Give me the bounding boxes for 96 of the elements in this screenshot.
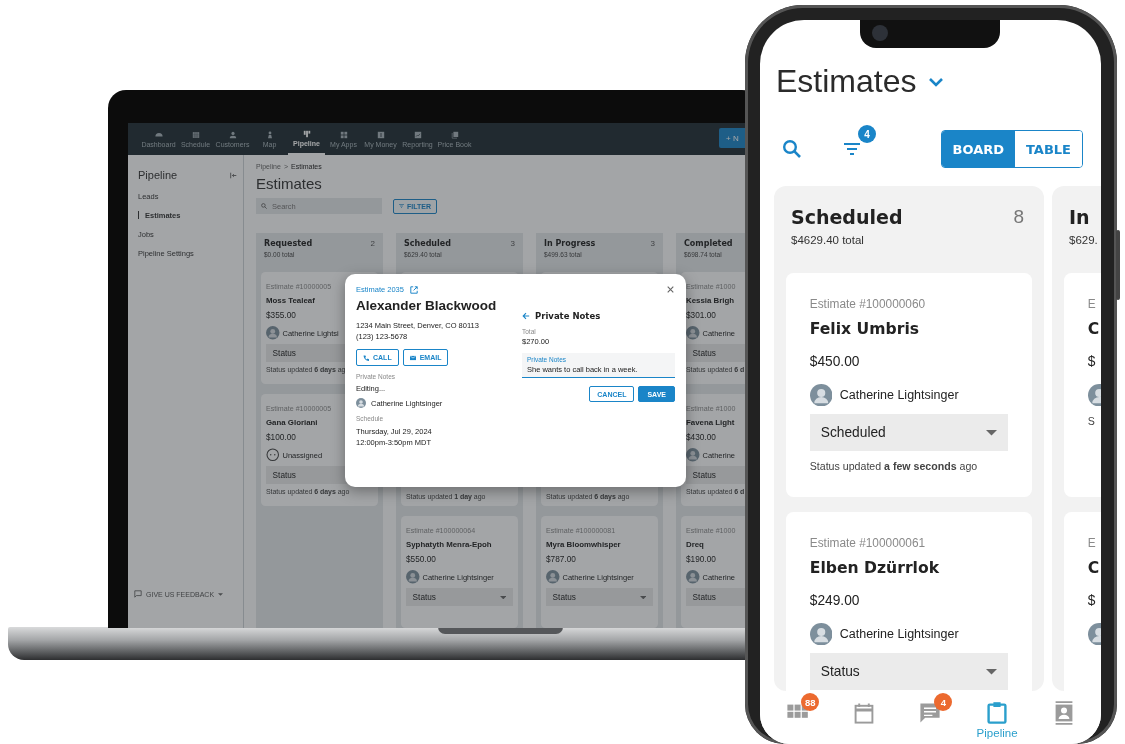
- status-dropdown[interactable]: Status: [686, 466, 745, 485]
- column-title: In: [1069, 206, 1090, 228]
- sidebar-title: Pipeline: [138, 169, 178, 181]
- new-button[interactable]: + N: [719, 128, 745, 148]
- avatar-icon: [546, 570, 560, 584]
- estimate-number: E: [1087, 296, 1096, 311]
- estimate-card[interactable]: E C $: [1064, 512, 1101, 691]
- estimate-number: Estimate #100000060: [809, 296, 926, 311]
- estimate-price: $450.00: [809, 353, 860, 369]
- assignee-name: Catherine Lightsinger: [839, 626, 959, 641]
- customer-name: Felix Umbris: [809, 320, 920, 339]
- column-title: Scheduled: [791, 206, 903, 228]
- status-updated-text: Status updated a few seconds ago: [809, 459, 978, 472]
- estimate-price: $787.00: [546, 555, 576, 565]
- estimate-price: $249.00: [809, 592, 860, 608]
- column-count: 2: [370, 239, 375, 248]
- avatar-icon: [356, 398, 366, 408]
- estimate-price: $355.00: [266, 311, 296, 321]
- chat-icon: [918, 701, 943, 725]
- page-title: Estimates: [776, 63, 917, 100]
- caret-icon: [986, 669, 998, 675]
- status-dropdown[interactable]: Status: [809, 653, 1009, 691]
- caret-icon: [986, 430, 998, 436]
- filter-icon: [399, 204, 404, 208]
- avatar-icon: [809, 622, 833, 645]
- count-badge: 4: [934, 693, 953, 711]
- chart-icon: [413, 130, 422, 139]
- pages-icon: [450, 130, 459, 139]
- page-title: Estimates: [256, 175, 323, 192]
- estimate-number: E: [1087, 535, 1096, 550]
- status-dropdown[interactable]: Status: [546, 588, 653, 607]
- caret-icon: [499, 595, 507, 599]
- avatar-icon: [686, 326, 700, 340]
- caret-icon: [639, 595, 647, 599]
- person-icon: [228, 130, 237, 139]
- tab-bar-item[interactable]: 4: [900, 693, 961, 725]
- avatar-icon: [809, 383, 833, 406]
- count-badge: 88: [801, 693, 820, 711]
- search-icon[interactable]: [782, 139, 802, 159]
- estimate-price: $: [1087, 592, 1096, 608]
- status-dropdown[interactable]: Status: [686, 588, 745, 607]
- status-dropdown[interactable]: Scheduled: [809, 414, 1009, 452]
- avatar-icon: [686, 448, 700, 462]
- columns-icon: [302, 129, 311, 138]
- external-link-icon: [409, 285, 418, 294]
- estimate-price: $190.00: [686, 555, 716, 565]
- filter-count-badge: 4: [858, 125, 876, 143]
- phone-icon: [363, 354, 369, 361]
- panel-title: Private Notes: [535, 311, 601, 321]
- tab-bar-item[interactable]: 88: [767, 693, 828, 725]
- estimate-card[interactable]: Estimate #100000060 Felix Umbris $450.00 Catherine Lightsinger Scheduled Status updated a few seconds ago: [786, 273, 1032, 497]
- caret-icon: [218, 592, 224, 596]
- camera-icon: [872, 25, 888, 41]
- search-icon: [261, 203, 267, 209]
- person-pin-icon: [265, 130, 274, 139]
- view-toggle-button[interactable]: BOARD: [941, 131, 1015, 167]
- estimate-number: Estimate #100000061: [809, 535, 926, 550]
- status-dropdown[interactable]: Status: [686, 344, 745, 363]
- chevron-down-icon[interactable]: [928, 76, 945, 87]
- estimate-price: $301.00: [686, 311, 716, 321]
- avatar-icon: [266, 326, 280, 340]
- estimate-price: $100.00: [266, 433, 296, 443]
- avatar-icon: [406, 570, 420, 584]
- column-title: In Progress: [544, 239, 596, 248]
- customer-name: C: [1087, 559, 1100, 578]
- column-count: 8: [1013, 206, 1024, 228]
- estimate-price: $430.00: [686, 433, 716, 443]
- avatar-icon: [686, 570, 700, 584]
- gauge-icon: [154, 130, 163, 139]
- apps-icon: [339, 130, 348, 139]
- mail-icon: [409, 354, 416, 361]
- banknote-icon: [376, 130, 385, 139]
- column-title: Scheduled: [404, 239, 451, 248]
- estimate-price: $: [1087, 353, 1096, 369]
- column-count: 3: [510, 239, 515, 248]
- status-dropdown[interactable]: Status: [406, 588, 513, 607]
- tab-bar-item[interactable]: Pipeline: [967, 693, 1028, 739]
- estimate-price: $550.00: [406, 555, 436, 565]
- clipboard-icon: [985, 701, 1010, 725]
- estimate-card[interactable]: Estimate #100000061 Elben Dzürrlok $249.00 Catherine Lightsinger Status: [786, 512, 1032, 691]
- collapse-icon[interactable]: [230, 171, 237, 179]
- estimate-card[interactable]: E C $ S: [1064, 273, 1101, 497]
- column-title: Completed: [684, 239, 733, 248]
- column-count: 3: [650, 239, 655, 248]
- speech-bubble-icon: [134, 590, 142, 598]
- assignee-name: Catherine Lightsinger: [839, 387, 959, 402]
- customer-name: Elben Dzürrlok: [809, 559, 940, 578]
- column-total: $629.: [1069, 234, 1099, 246]
- customer-name: C: [1087, 320, 1100, 339]
- person-outline-icon: [266, 448, 280, 462]
- column-total: $4629.40 total: [791, 234, 865, 246]
- grid-icon: [191, 130, 200, 139]
- column-title: Requested: [264, 239, 313, 248]
- back-arrow-icon[interactable]: [522, 312, 530, 320]
- close-icon[interactable]: [667, 286, 674, 293]
- status-updated-text: S: [1087, 414, 1095, 427]
